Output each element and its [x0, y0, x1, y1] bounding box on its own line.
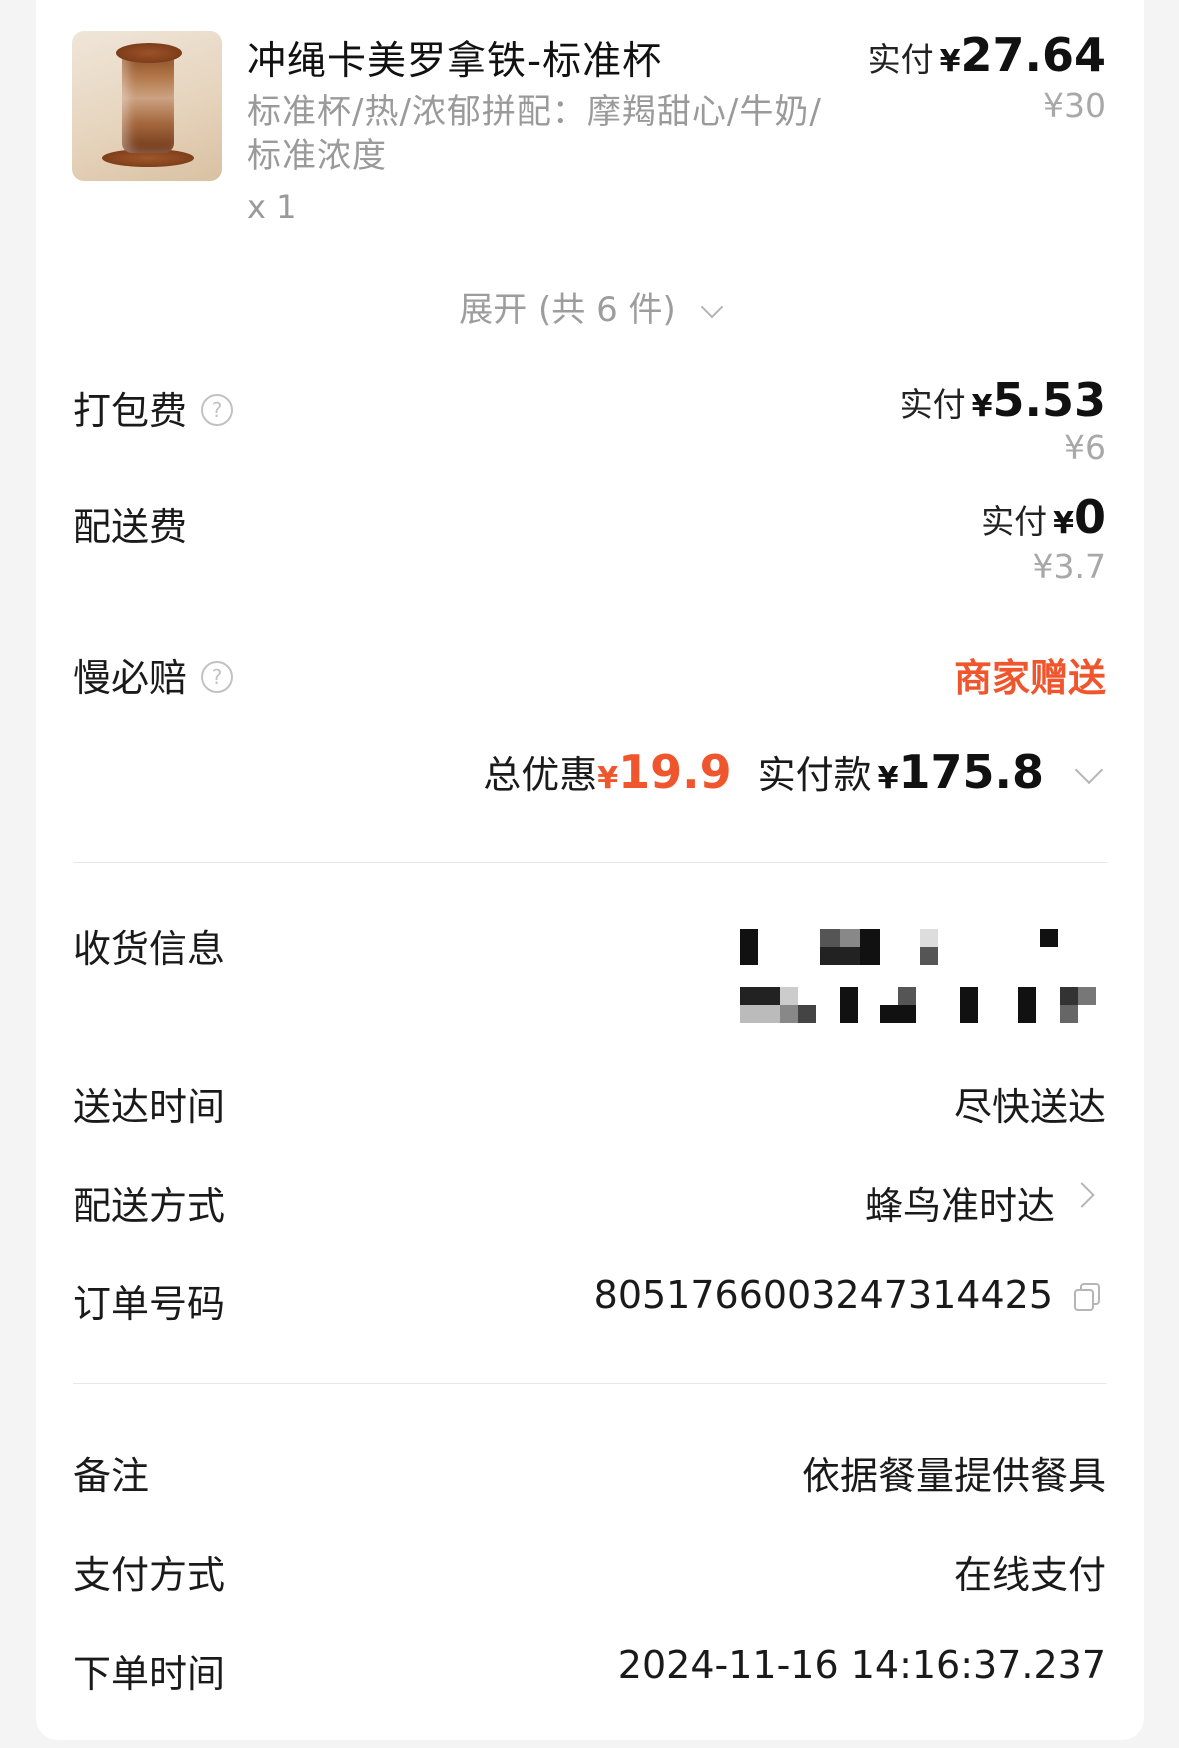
paid-amount: 5.53 — [992, 373, 1107, 427]
delivery-time-value: 尽快送达 — [953, 1085, 1106, 1129]
currency-symbol: ¥ — [597, 761, 619, 796]
paid-label: 实付 — [981, 502, 1048, 541]
order-time-value: 2024-11-16 14:16:37.237 — [617, 1643, 1106, 1687]
expand-items-button[interactable]: 展开 (共 6 件) — [0, 282, 1179, 331]
divider — [73, 862, 1107, 863]
expand-label: 展开 (共 6 件) — [459, 290, 676, 330]
receiver-info-redacted — [735, 925, 1105, 1029]
chevron-down-icon — [700, 295, 724, 319]
delivery-fee-label: 配送费 — [73, 505, 188, 549]
remark-value: 依据餐量提供餐具 — [801, 1454, 1106, 1498]
payment-method-value: 在线支付 — [953, 1553, 1106, 1597]
product-paid-price: 实付 ¥27.64 — [868, 28, 1106, 82]
order-number-value: 8051766003247314425 — [593, 1273, 1053, 1317]
slow-compensation-row: 慢必赔? — [73, 647, 234, 702]
price-summary[interactable]: 总优惠¥19.9 实付款 ¥175.8 — [483, 744, 1044, 799]
delivery-time-label: 送达时间 — [73, 1085, 226, 1129]
discount-amount: 19.9 — [618, 745, 732, 799]
delivery-fee-paid: 实付 ¥0 — [981, 490, 1106, 544]
currency-symbol: ¥ — [1053, 506, 1074, 541]
order-time-label: 下单时间 — [73, 1652, 226, 1696]
coffee-cup-shape — [122, 53, 174, 153]
total-amount: 175.8 — [898, 745, 1044, 799]
packing-fee-original: ¥6 — [1064, 428, 1106, 467]
discount-label: 总优惠 — [483, 753, 598, 797]
remark-label: 备注 — [73, 1454, 150, 1498]
delivery-fee-original: ¥3.7 — [1032, 547, 1106, 586]
paid-amount: 27.64 — [960, 28, 1106, 82]
question-circle-icon[interactable]: ? — [201, 660, 234, 693]
merchant-gift-badge: 商家赠送 — [953, 656, 1106, 700]
packing-fee-row: 打包费? — [73, 380, 234, 435]
paid-label: 实付 — [899, 385, 966, 424]
product-quantity: x 1 — [247, 188, 297, 226]
payment-method-label: 支付方式 — [73, 1553, 226, 1597]
receiver-info-label: 收货信息 — [73, 927, 226, 971]
product-spec: 标准杯/热/浓郁拼配：摩羯甜心/牛奶/标准浓度 — [247, 92, 822, 176]
currency-symbol: ¥ — [971, 389, 993, 424]
product-name: 冲绳卡美罗拿铁-标准杯 — [247, 39, 663, 84]
copy-icon[interactable] — [1073, 1282, 1101, 1312]
product-thumbnail[interactable] — [72, 31, 222, 181]
packing-fee-paid: 实付 ¥5.53 — [900, 373, 1106, 427]
order-number-label: 订单号码 — [73, 1282, 226, 1326]
paid-amount: 0 — [1073, 490, 1106, 544]
currency-symbol: ¥ — [877, 761, 899, 796]
delivery-method-label: 配送方式 — [73, 1184, 226, 1228]
delivery-method-value[interactable]: 蜂鸟准时达 — [865, 1175, 1055, 1230]
total-label: 实付款 — [757, 753, 872, 797]
question-circle-icon[interactable]: ? — [201, 393, 234, 426]
packing-fee-label: 打包费 — [73, 389, 188, 433]
product-original-price: ¥30 — [1043, 86, 1106, 125]
paid-label: 实付 — [867, 40, 934, 79]
cup-topping-shape — [116, 43, 182, 63]
slow-compensation-label: 慢必赔 — [73, 656, 188, 700]
divider — [73, 1383, 1107, 1384]
currency-symbol: ¥ — [939, 44, 961, 79]
